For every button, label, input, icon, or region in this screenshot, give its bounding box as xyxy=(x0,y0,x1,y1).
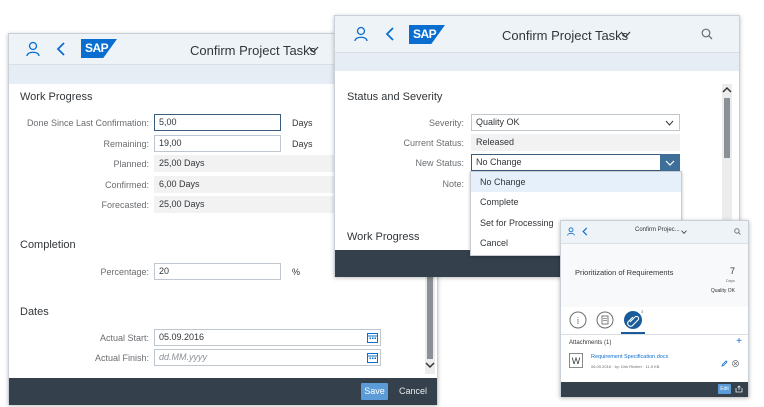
task-title: Prioritization of Requirements xyxy=(575,268,674,277)
search-icon[interactable] xyxy=(701,28,713,40)
attachment-file-name[interactable]: Requirement Specification.docx xyxy=(591,354,668,360)
forecasted-label: Forecasted: xyxy=(101,200,149,210)
severity-label: Severity: xyxy=(428,118,464,128)
cancel-button[interactable]: Cancel xyxy=(399,386,427,396)
new-status-label: New Status: xyxy=(415,158,464,168)
done-since-unit[interactable]: Days xyxy=(292,118,313,128)
save-button[interactable]: Save xyxy=(361,383,388,400)
status-text: Quality OK xyxy=(710,288,735,294)
delete-icon[interactable] xyxy=(732,360,739,367)
edit-button[interactable]: Edit xyxy=(718,384,731,394)
section-dates: Dates xyxy=(20,306,49,318)
footer-bar: Save Cancel xyxy=(9,378,437,405)
app-title[interactable]: Confirm Projec... xyxy=(635,227,680,233)
chevron-down-icon[interactable] xyxy=(620,31,631,38)
calendar-icon[interactable] xyxy=(367,332,378,343)
current-status-label: Current Status: xyxy=(403,138,464,148)
actual-start-input[interactable]: 05.09.2016 xyxy=(154,329,381,346)
scroll-up-icon[interactable] xyxy=(722,86,732,93)
actual-finish-label: Actual Finish: xyxy=(94,353,149,363)
planned-label: Planned: xyxy=(113,159,149,169)
new-status-select[interactable]: No Change xyxy=(471,154,680,171)
section-work-progress: Work Progress xyxy=(347,231,420,243)
chevron-down-icon[interactable] xyxy=(665,120,674,126)
confirmed-value: 6,00 Days xyxy=(154,176,339,193)
days-value: 7 xyxy=(729,266,735,276)
scroll-down-icon[interactable] xyxy=(425,362,435,369)
dropdown-option[interactable]: No Change xyxy=(471,172,681,192)
app-title[interactable]: Confirm Project Tasks xyxy=(190,43,316,58)
new-status-dropdown-button[interactable] xyxy=(660,154,680,171)
info-icon[interactable]: i xyxy=(569,311,587,329)
sap-logo: SAP xyxy=(81,39,117,58)
user-icon[interactable] xyxy=(26,41,40,57)
scrollbar-thumb[interactable] xyxy=(427,274,433,359)
forecasted-value: 25,00 Days xyxy=(154,196,339,213)
attachments-header: Attachments (1) xyxy=(569,340,612,346)
back-icon[interactable] xyxy=(385,27,395,41)
back-icon[interactable] xyxy=(56,42,66,56)
shell-bar: Confirm Projec... xyxy=(561,221,748,244)
notes-icon[interactable] xyxy=(596,311,614,329)
days-unit: Days xyxy=(725,278,735,283)
note-label: Note: xyxy=(442,179,464,189)
confirmed-label: Confirmed: xyxy=(104,180,149,190)
back-icon[interactable] xyxy=(582,227,588,236)
remaining-input[interactable]: 19,00 xyxy=(154,135,281,152)
edit-icon[interactable] xyxy=(721,360,728,367)
chevron-down-icon xyxy=(665,160,675,166)
done-since-label: Done Since Last Confirmation: xyxy=(26,118,149,128)
chevron-down-icon[interactable] xyxy=(308,46,319,53)
footer-bar: Edit xyxy=(561,382,748,397)
app-title[interactable]: Confirm Project Tasks xyxy=(502,28,628,43)
chevron-down-icon[interactable] xyxy=(681,230,687,234)
current-status-value: Released xyxy=(471,134,680,151)
add-attachment-button[interactable]: + xyxy=(736,336,742,347)
window-mobile-task: Confirm Projec... Prioritization of Requ… xyxy=(560,220,749,397)
attachment-meta: 06.09.2016 · by: Dirk Richter · 11,5 KB xyxy=(591,364,660,369)
attachment-icon[interactable] xyxy=(623,310,643,330)
severity-select[interactable]: Quality OK xyxy=(471,114,680,131)
percentage-input[interactable]: 20 xyxy=(154,263,281,280)
header-toolbar xyxy=(335,53,739,71)
shell-bar: SAP Confirm Project Tasks xyxy=(335,16,739,53)
actual-finish-input[interactable]: dd.MM.yyyy xyxy=(154,349,381,366)
percentage-unit[interactable]: % xyxy=(292,267,300,277)
tab-count-badge: 3 xyxy=(641,309,644,314)
icon-tab-bar: i 3 xyxy=(561,307,748,335)
user-icon[interactable] xyxy=(567,227,575,236)
dropdown-option[interactable]: Complete xyxy=(471,192,681,212)
share-icon[interactable] xyxy=(735,385,743,393)
remaining-label: Remaining: xyxy=(103,139,149,149)
section-completion: Completion xyxy=(20,239,76,251)
remaining-unit[interactable]: Days xyxy=(292,139,313,149)
user-icon[interactable] xyxy=(354,26,368,42)
word-file-icon: W xyxy=(569,353,583,368)
section-work-progress: Work Progress xyxy=(20,91,93,103)
calendar-icon[interactable] xyxy=(367,352,378,363)
active-tab-indicator xyxy=(621,332,645,334)
planned-value: 25,00 Days xyxy=(154,155,339,172)
search-icon[interactable] xyxy=(734,228,741,235)
done-since-input[interactable]: 5,00 xyxy=(154,114,281,131)
section-status-severity: Status and Severity xyxy=(347,91,443,103)
scrollbar[interactable] xyxy=(425,274,435,374)
sap-logo: SAP xyxy=(409,25,445,44)
actual-start-label: Actual Start: xyxy=(99,333,149,343)
svg-text:W: W xyxy=(572,356,581,366)
scrollbar-thumb[interactable] xyxy=(724,98,730,158)
percentage-label: Percentage: xyxy=(100,267,149,277)
object-header: Prioritization of Requirements 7 Days Qu… xyxy=(561,244,748,307)
